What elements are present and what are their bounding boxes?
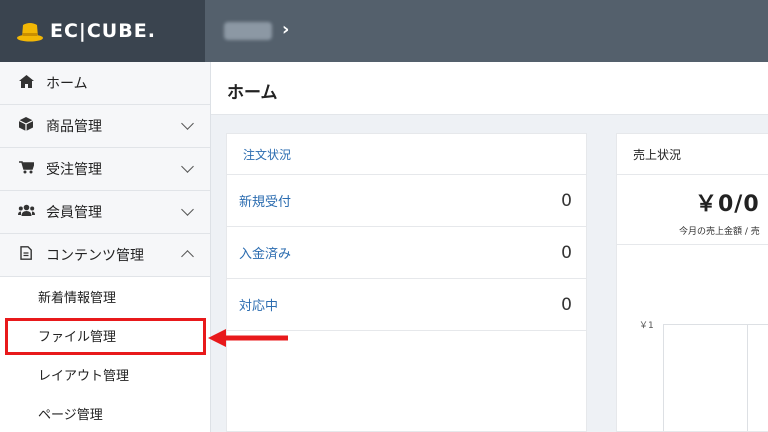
chevron-down-icon[interactable] [181,117,194,130]
chevron-down-icon[interactable] [181,160,194,173]
red-arrow-icon [208,329,288,347]
sales-amount: ￥0/0 [695,192,760,217]
home-icon [16,74,36,92]
sales-caption: 今月の売上金額 / 売 [679,227,760,237]
order-row-in-progress[interactable]: 対応中 0 [227,279,586,331]
chevron-down-icon[interactable] [181,203,194,216]
cube-icon [16,117,36,135]
chart-gridline [663,324,664,431]
sidebar-item-label: ホーム [46,76,88,92]
sidebar-item-label: コンテンツ管理 [46,248,144,264]
cart-icon [16,160,36,178]
sidebar-item-label: 商品管理 [46,119,102,135]
chevron-up-icon[interactable] [181,250,194,263]
order-status-title: 注文状況 [227,134,586,175]
order-row-paid[interactable]: 入金済み 0 [227,227,586,279]
logo-area[interactable]: EC|CUBE. [0,0,205,62]
sidebar-subitem-label: ページ管理 [38,408,103,423]
file-icon [16,246,36,264]
chart-gridline [747,324,748,431]
logo-text: EC|CUBE. [50,20,156,42]
chart-y-tick-label: ￥1 [639,321,654,331]
order-row-label[interactable]: 入金済み [239,243,291,262]
sidebar-subitem-label: 新着情報管理 [38,291,117,306]
sales-status-title: 売上状況 [617,134,768,175]
order-status-card: 注文状況 新規受付 0 入金済み 0 対応中 0 [226,133,587,432]
page-title: ホーム [227,83,278,103]
sidebar-item-label: 会員管理 [46,205,102,221]
sidebar-item-orders[interactable]: 受注管理 [0,148,210,191]
sidebar-subitem-news[interactable]: 新着情報管理 [0,277,210,316]
order-row-label[interactable]: 新規受付 [239,191,291,210]
sidebar-item-products[interactable]: 商品管理 [0,105,210,148]
sidebar-item-label: 受注管理 [46,162,102,178]
order-row-value: 0 [561,190,572,211]
sidebar-item-home[interactable]: ホーム [0,62,210,105]
users-icon [16,204,36,220]
sidebar-subitem-label: レイアウト管理 [38,369,130,384]
top-header: EC|CUBE. › [0,0,768,62]
order-row-value: 0 [561,294,572,315]
shop-name-blurred[interactable] [224,22,272,40]
page-title-bar: ホーム [211,62,768,115]
sidebar: ホーム 商品管理 受注管理 会員管理 コンテンツ管理 新着情報管理 ファイル管理… [0,62,211,432]
highlight-box [5,318,206,355]
order-row-value: 0 [561,242,572,263]
ec-cube-logo[interactable]: EC|CUBE. [16,20,156,42]
chart-gridline [663,324,768,325]
sales-status-card: 売上状況 ￥0/0 今月の売上金額 / 売 ￥1 [616,133,768,432]
chevron-right-icon[interactable]: › [282,19,289,40]
sidebar-subitem-layout[interactable]: レイアウト管理 [0,355,210,394]
logo-hat-icon [17,23,43,42]
sidebar-item-contents[interactable]: コンテンツ管理 [0,234,210,277]
order-row-new[interactable]: 新規受付 0 [227,175,586,227]
order-row-label[interactable]: 対応中 [239,295,278,314]
sales-divider [617,244,768,245]
sidebar-subitem-pages[interactable]: ページ管理 [0,394,210,432]
sidebar-item-members[interactable]: 会員管理 [0,191,210,234]
